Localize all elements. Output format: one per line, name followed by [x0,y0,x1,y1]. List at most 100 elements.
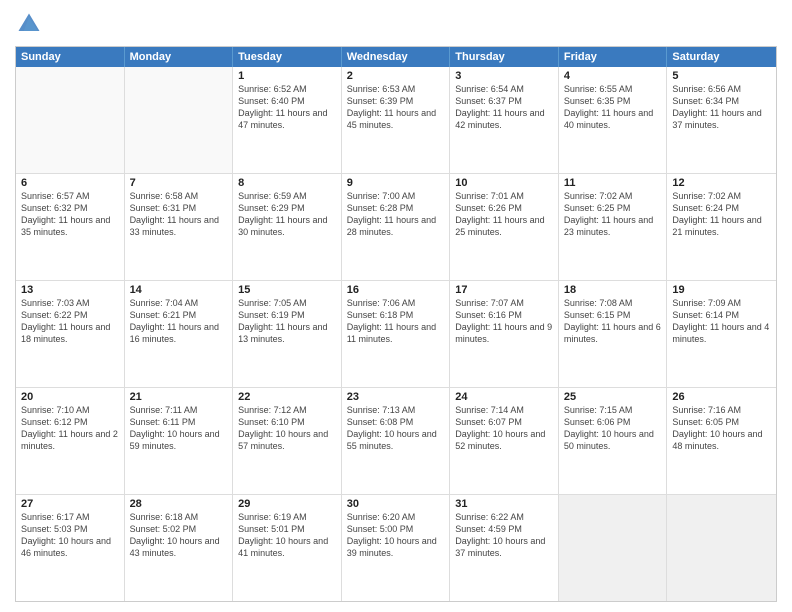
day-number: 5 [672,70,771,82]
day-number: 11 [564,177,662,189]
day-number: 14 [130,284,228,296]
day-info: Sunrise: 7:09 AM Sunset: 6:14 PM Dayligh… [672,297,771,346]
day-info: Sunrise: 6:57 AM Sunset: 6:32 PM Dayligh… [21,190,119,239]
day-number: 20 [21,391,119,403]
day-number: 10 [455,177,553,189]
day-info: Sunrise: 7:13 AM Sunset: 6:08 PM Dayligh… [347,404,445,453]
calendar-day-20: 20Sunrise: 7:10 AM Sunset: 6:12 PM Dayli… [16,388,125,494]
weekday-header-wednesday: Wednesday [342,47,451,67]
day-info: Sunrise: 6:20 AM Sunset: 5:00 PM Dayligh… [347,511,445,560]
calendar-row-1: 1Sunrise: 6:52 AM Sunset: 6:40 PM Daylig… [16,67,776,173]
day-info: Sunrise: 6:58 AM Sunset: 6:31 PM Dayligh… [130,190,228,239]
day-info: Sunrise: 7:04 AM Sunset: 6:21 PM Dayligh… [130,297,228,346]
weekday-header-tuesday: Tuesday [233,47,342,67]
day-number: 21 [130,391,228,403]
day-number: 6 [21,177,119,189]
day-info: Sunrise: 7:02 AM Sunset: 6:24 PM Dayligh… [672,190,771,239]
day-info: Sunrise: 7:11 AM Sunset: 6:11 PM Dayligh… [130,404,228,453]
logo-icon [15,10,43,38]
day-info: Sunrise: 7:10 AM Sunset: 6:12 PM Dayligh… [21,404,119,453]
day-number: 25 [564,391,662,403]
calendar-day-14: 14Sunrise: 7:04 AM Sunset: 6:21 PM Dayli… [125,281,234,387]
calendar-row-2: 6Sunrise: 6:57 AM Sunset: 6:32 PM Daylig… [16,173,776,280]
weekday-header-sunday: Sunday [16,47,125,67]
calendar-empty-cell [559,495,668,601]
day-number: 3 [455,70,553,82]
calendar-day-21: 21Sunrise: 7:11 AM Sunset: 6:11 PM Dayli… [125,388,234,494]
header [15,10,777,38]
day-info: Sunrise: 7:00 AM Sunset: 6:28 PM Dayligh… [347,190,445,239]
calendar-day-12: 12Sunrise: 7:02 AM Sunset: 6:24 PM Dayli… [667,174,776,280]
calendar-day-28: 28Sunrise: 6:18 AM Sunset: 5:02 PM Dayli… [125,495,234,601]
day-info: Sunrise: 6:59 AM Sunset: 6:29 PM Dayligh… [238,190,336,239]
calendar-day-26: 26Sunrise: 7:16 AM Sunset: 6:05 PM Dayli… [667,388,776,494]
calendar-day-2: 2Sunrise: 6:53 AM Sunset: 6:39 PM Daylig… [342,67,451,173]
calendar-empty-cell [125,67,234,173]
calendar-day-9: 9Sunrise: 7:00 AM Sunset: 6:28 PM Daylig… [342,174,451,280]
day-info: Sunrise: 7:14 AM Sunset: 6:07 PM Dayligh… [455,404,553,453]
day-info: Sunrise: 7:16 AM Sunset: 6:05 PM Dayligh… [672,404,771,453]
day-info: Sunrise: 7:02 AM Sunset: 6:25 PM Dayligh… [564,190,662,239]
calendar-day-13: 13Sunrise: 7:03 AM Sunset: 6:22 PM Dayli… [16,281,125,387]
day-info: Sunrise: 6:18 AM Sunset: 5:02 PM Dayligh… [130,511,228,560]
calendar-day-29: 29Sunrise: 6:19 AM Sunset: 5:01 PM Dayli… [233,495,342,601]
day-number: 26 [672,391,771,403]
day-number: 4 [564,70,662,82]
day-info: Sunrise: 6:56 AM Sunset: 6:34 PM Dayligh… [672,83,771,132]
day-number: 9 [347,177,445,189]
day-info: Sunrise: 6:22 AM Sunset: 4:59 PM Dayligh… [455,511,553,560]
day-info: Sunrise: 6:54 AM Sunset: 6:37 PM Dayligh… [455,83,553,132]
day-number: 16 [347,284,445,296]
day-info: Sunrise: 7:03 AM Sunset: 6:22 PM Dayligh… [21,297,119,346]
calendar-day-23: 23Sunrise: 7:13 AM Sunset: 6:08 PM Dayli… [342,388,451,494]
calendar-day-24: 24Sunrise: 7:14 AM Sunset: 6:07 PM Dayli… [450,388,559,494]
day-number: 24 [455,391,553,403]
day-number: 7 [130,177,228,189]
day-info: Sunrise: 6:53 AM Sunset: 6:39 PM Dayligh… [347,83,445,132]
day-info: Sunrise: 6:19 AM Sunset: 5:01 PM Dayligh… [238,511,336,560]
day-number: 19 [672,284,771,296]
day-number: 17 [455,284,553,296]
day-number: 27 [21,498,119,510]
weekday-header-monday: Monday [125,47,234,67]
day-info: Sunrise: 6:52 AM Sunset: 6:40 PM Dayligh… [238,83,336,132]
day-info: Sunrise: 7:12 AM Sunset: 6:10 PM Dayligh… [238,404,336,453]
day-info: Sunrise: 7:07 AM Sunset: 6:16 PM Dayligh… [455,297,553,346]
day-info: Sunrise: 7:15 AM Sunset: 6:06 PM Dayligh… [564,404,662,453]
day-number: 29 [238,498,336,510]
calendar-day-10: 10Sunrise: 7:01 AM Sunset: 6:26 PM Dayli… [450,174,559,280]
calendar-body: 1Sunrise: 6:52 AM Sunset: 6:40 PM Daylig… [16,67,776,601]
calendar-day-5: 5Sunrise: 6:56 AM Sunset: 6:34 PM Daylig… [667,67,776,173]
weekday-header-thursday: Thursday [450,47,559,67]
day-number: 1 [238,70,336,82]
calendar-day-1: 1Sunrise: 6:52 AM Sunset: 6:40 PM Daylig… [233,67,342,173]
calendar: SundayMondayTuesdayWednesdayThursdayFrid… [15,46,777,602]
day-info: Sunrise: 6:17 AM Sunset: 5:03 PM Dayligh… [21,511,119,560]
calendar-day-6: 6Sunrise: 6:57 AM Sunset: 6:32 PM Daylig… [16,174,125,280]
logo [15,10,47,38]
calendar-day-30: 30Sunrise: 6:20 AM Sunset: 5:00 PM Dayli… [342,495,451,601]
day-number: 30 [347,498,445,510]
calendar-day-16: 16Sunrise: 7:06 AM Sunset: 6:18 PM Dayli… [342,281,451,387]
calendar-day-18: 18Sunrise: 7:08 AM Sunset: 6:15 PM Dayli… [559,281,668,387]
calendar-empty-cell [667,495,776,601]
day-info: Sunrise: 6:55 AM Sunset: 6:35 PM Dayligh… [564,83,662,132]
calendar-day-7: 7Sunrise: 6:58 AM Sunset: 6:31 PM Daylig… [125,174,234,280]
day-number: 13 [21,284,119,296]
day-number: 12 [672,177,771,189]
day-info: Sunrise: 7:01 AM Sunset: 6:26 PM Dayligh… [455,190,553,239]
calendar-day-27: 27Sunrise: 6:17 AM Sunset: 5:03 PM Dayli… [16,495,125,601]
weekday-header-friday: Friday [559,47,668,67]
day-number: 2 [347,70,445,82]
day-number: 15 [238,284,336,296]
calendar-day-11: 11Sunrise: 7:02 AM Sunset: 6:25 PM Dayli… [559,174,668,280]
weekday-header-saturday: Saturday [667,47,776,67]
day-number: 8 [238,177,336,189]
calendar-day-8: 8Sunrise: 6:59 AM Sunset: 6:29 PM Daylig… [233,174,342,280]
calendar-day-22: 22Sunrise: 7:12 AM Sunset: 6:10 PM Dayli… [233,388,342,494]
calendar-day-3: 3Sunrise: 6:54 AM Sunset: 6:37 PM Daylig… [450,67,559,173]
day-info: Sunrise: 7:06 AM Sunset: 6:18 PM Dayligh… [347,297,445,346]
day-number: 28 [130,498,228,510]
calendar-day-19: 19Sunrise: 7:09 AM Sunset: 6:14 PM Dayli… [667,281,776,387]
calendar-empty-cell [16,67,125,173]
